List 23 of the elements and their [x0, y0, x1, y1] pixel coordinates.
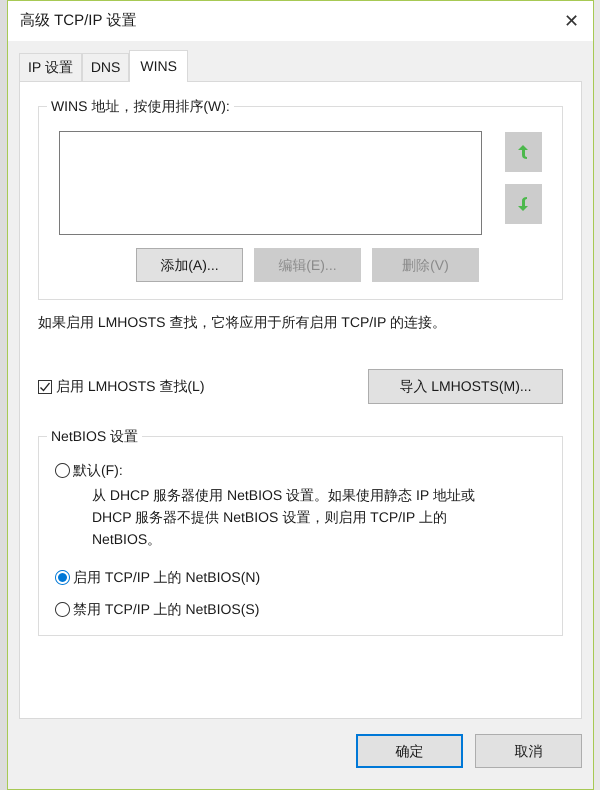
lmhosts-checkbox[interactable]: 启用 LMHOSTS 查找(L)	[38, 376, 205, 397]
import-button[interactable]: 导入 LMHOSTS(M)...	[368, 369, 563, 404]
group-title: WINS 地址，按使用排序(W):	[46, 97, 234, 115]
group-title: NetBIOS 设置	[46, 427, 142, 445]
lmhosts-note: 如果启用 LMHOSTS 查找，它将应用于所有启用 TCP/IP 的连接。	[38, 313, 448, 332]
window-title: 高级 TCP/IP 设置	[20, 10, 136, 31]
down-arrow-icon	[517, 196, 530, 212]
close-button[interactable]: ✕	[564, 12, 579, 30]
up-arrow-icon	[517, 144, 530, 160]
action-button[interactable]: 添加(A)...	[136, 248, 243, 282]
tab[interactable]: WINS	[129, 50, 188, 82]
option-description: 从 DHCP 服务器使用 NetBIOS 设置。如果使用静态 IP 地址或 DHCP 服务器不提供 NetBIOS 设置，则启用 TCP/IP 上的 NetBIOS。	[90, 486, 476, 549]
checkbox-box[interactable]	[38, 380, 52, 394]
tab[interactable]: DNS	[82, 53, 130, 81]
tab[interactable]: IP 设置	[18, 53, 82, 81]
dialog-button[interactable]: 取消	[474, 734, 582, 768]
radio-option[interactable]: 默认(F):	[54, 459, 546, 481]
radio-option[interactable]: 启用 TCP/IP 上的 NetBIOS(N)	[54, 566, 546, 588]
address-list[interactable]	[58, 131, 482, 235]
dialog-button[interactable]: 确定	[356, 734, 463, 768]
check-icon	[38, 380, 51, 392]
radio-option[interactable]: 禁用 TCP/IP 上的 NetBIOS(S)	[54, 598, 546, 620]
radio-circle[interactable]	[54, 570, 70, 584]
